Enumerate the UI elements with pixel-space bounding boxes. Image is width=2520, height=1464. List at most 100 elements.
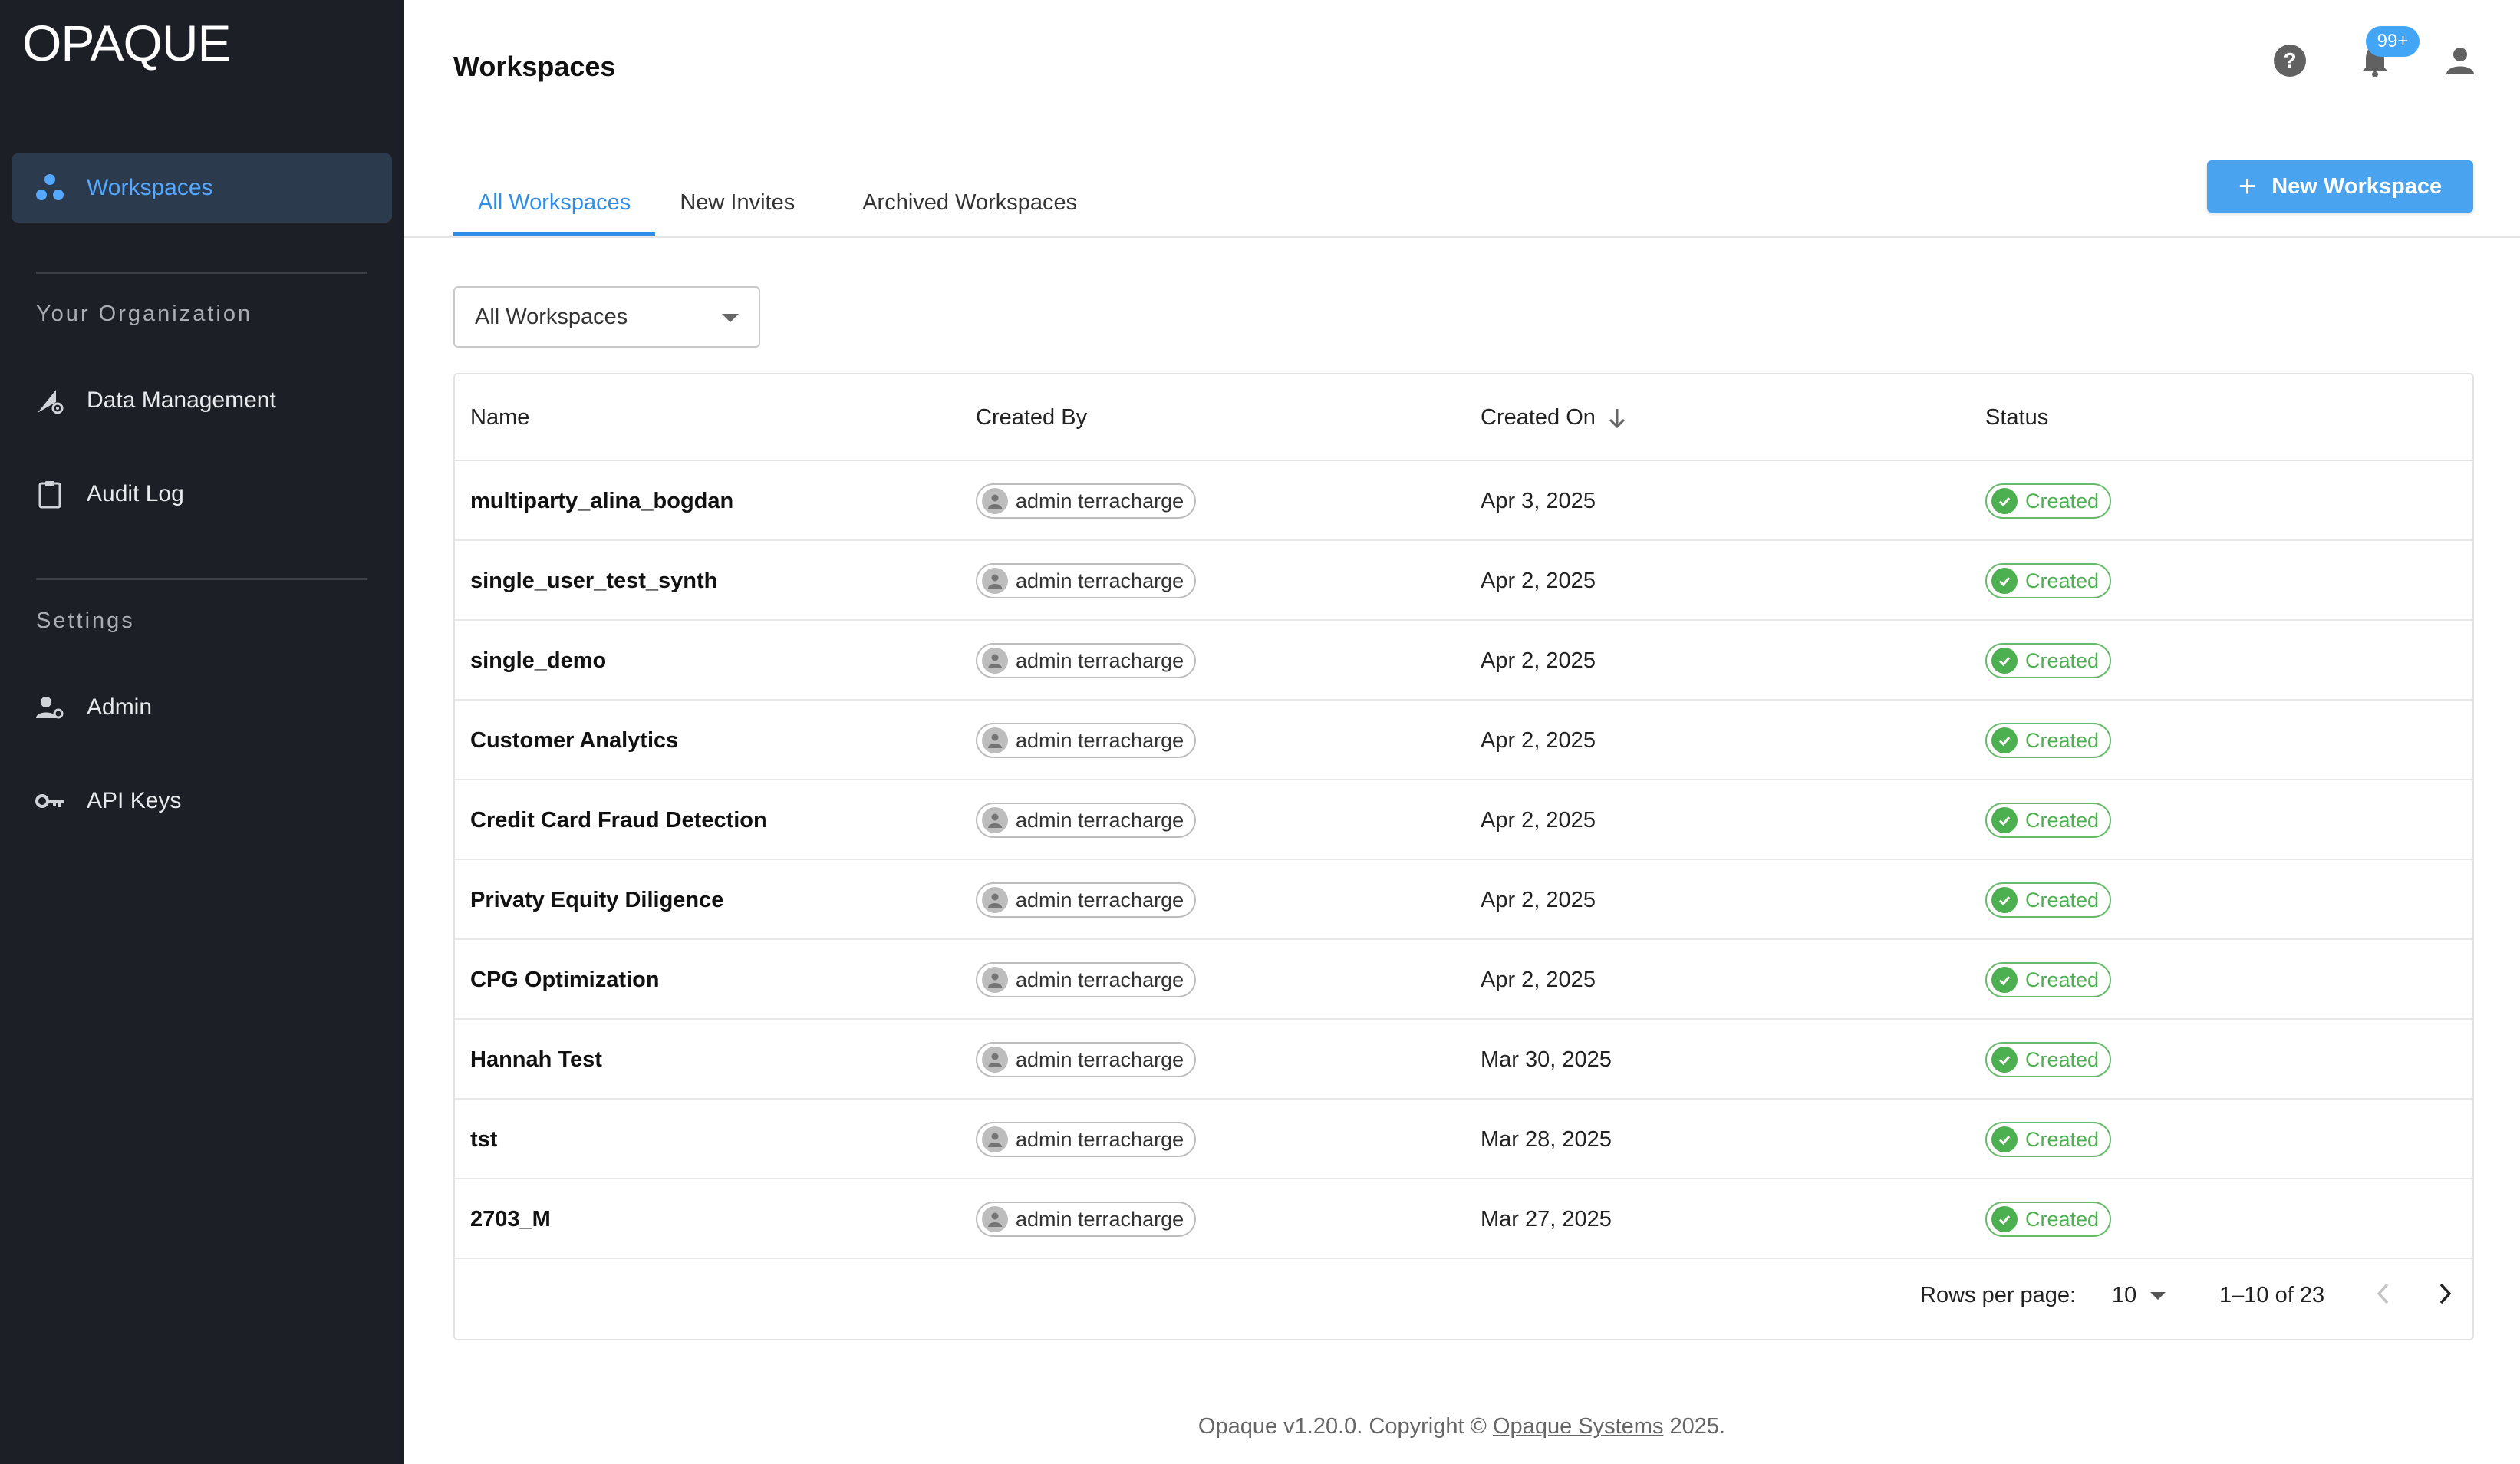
workspace-filter-select[interactable]: All Workspaces	[453, 286, 760, 348]
table-row[interactable]: CPG Optimization admin terracharge Apr 2, …	[455, 940, 2472, 1020]
table-row[interactable]: Credit Card Fraud Detection admin terrach…	[455, 780, 2472, 860]
tab-all-workspaces[interactable]: All Workspaces	[453, 169, 656, 236]
status-cell: Created	[1985, 1100, 2112, 1179]
user-name: admin terracharge	[1016, 569, 1184, 592]
user-name: admin terracharge	[1016, 808, 1184, 832]
sidebar-item-label: API Keys	[87, 788, 182, 813]
workspace-name[interactable]: single_user_test_synth	[470, 541, 717, 621]
sidebar-divider	[36, 578, 367, 580]
workspace-name[interactable]: tst	[470, 1100, 497, 1179]
new-workspace-button[interactable]: + New Workspace	[2207, 160, 2473, 213]
footer: Opaque v1.20.0. Copyright © Opaque Syste…	[404, 1414, 2520, 1439]
created-on-cell: Apr 3, 2025	[1481, 488, 1596, 513]
chevron-down-icon	[722, 314, 739, 322]
user-chip: admin terracharge	[976, 1202, 1197, 1237]
created-by-cell: admin terracharge	[976, 1179, 1197, 1259]
sidebar-item-admin[interactable]: Admin	[12, 673, 392, 742]
avatar-icon	[982, 967, 1008, 993]
avatar-icon	[982, 488, 1008, 514]
tab-archived-workspaces[interactable]: Archived Workspaces	[819, 169, 1102, 236]
status-label: Created	[2025, 569, 2100, 592]
status-cell: Created	[1985, 780, 2112, 860]
next-page-button[interactable]	[2433, 1280, 2456, 1307]
footer-year: 2025.	[1669, 1414, 1726, 1439]
sidebar-item-workspaces[interactable]: Workspaces	[12, 153, 392, 223]
sort-arrow-down-icon	[1609, 408, 1625, 428]
sidebar-item-api-keys[interactable]: API Keys	[12, 767, 392, 836]
user-chip: admin terracharge	[976, 1122, 1197, 1157]
column-header-status[interactable]: Status	[1985, 405, 2048, 430]
section-label-settings: Settings	[36, 608, 135, 633]
workspace-name[interactable]: Customer Analytics	[470, 701, 678, 780]
column-header-name[interactable]: Name	[470, 405, 529, 430]
data-management-icon	[33, 384, 67, 417]
table-row[interactable]: Customer Analytics admin terracharge Apr 2…	[455, 701, 2472, 780]
status-label: Created	[2025, 808, 2100, 832]
chevron-right-icon	[2439, 1283, 2452, 1304]
avatar-icon	[982, 807, 1008, 833]
created-on-cell: Mar 30, 2025	[1481, 1047, 1612, 1072]
check-circle-icon	[1991, 568, 2018, 594]
status-label: Created	[2025, 648, 2100, 672]
created-by-cell: admin terracharge	[976, 1100, 1197, 1179]
avatar-icon	[982, 1047, 1008, 1073]
help-icon[interactable]: ?	[2269, 40, 2311, 81]
table-row[interactable]: Privaty Equity Diligence admin terracharg…	[455, 860, 2472, 940]
sidebar-item-label: Audit Log	[87, 481, 184, 506]
opaque-logo[interactable]: OPAQUE	[22, 14, 232, 72]
workspace-name[interactable]: Credit Card Fraud Detection	[470, 780, 767, 860]
key-icon	[33, 784, 67, 818]
workspace-name[interactable]: single_demo	[470, 621, 606, 701]
table-row[interactable]: 2703_M admin terracharge Mar 27, 2025 Creat…	[455, 1179, 2472, 1259]
status-badge: Created	[1985, 1042, 2112, 1077]
status-label: Created	[2025, 1047, 2100, 1071]
status-badge: Created	[1985, 643, 2112, 678]
sidebar-divider	[36, 272, 367, 274]
previous-page-button[interactable]	[2373, 1280, 2396, 1307]
workspace-name[interactable]: CPG Optimization	[470, 940, 660, 1020]
tab-new-invites[interactable]: New Invites	[655, 169, 819, 236]
user-chip: admin terracharge	[976, 563, 1197, 598]
avatar-icon	[982, 1126, 1008, 1152]
user-name: admin terracharge	[1016, 1047, 1184, 1071]
created-on-cell: Apr 2, 2025	[1481, 887, 1596, 912]
workspace-name[interactable]: multiparty_alina_bogdan	[470, 461, 733, 541]
status-badge: Created	[1985, 803, 2112, 838]
table-row[interactable]: single_user_test_synth admin terracharge A…	[455, 541, 2472, 621]
avatar-icon	[982, 1206, 1008, 1232]
check-circle-icon	[1991, 807, 2018, 833]
table-row[interactable]: multiparty_alina_bogdan admin terracharge…	[455, 461, 2472, 541]
user-name: admin terracharge	[1016, 489, 1184, 513]
created-by-cell: admin terracharge	[976, 940, 1197, 1020]
section-label-organization: Your Organization	[36, 302, 253, 326]
workspace-name[interactable]: Privaty Equity Diligence	[470, 860, 723, 940]
table-row[interactable]: single_demo admin terracharge Apr 2, 2025 C…	[455, 621, 2472, 701]
table-row[interactable]: Hannah Test admin terracharge Mar 30, 2025…	[455, 1020, 2472, 1100]
created-by-cell: admin terracharge	[976, 621, 1197, 701]
created-by-cell: admin terracharge	[976, 860, 1197, 940]
status-badge: Created	[1985, 483, 2112, 519]
workspace-name[interactable]: 2703_M	[470, 1179, 551, 1259]
sidebar: OPAQUE Workspaces Your Organization Data…	[0, 0, 404, 1464]
page-title: Workspaces	[453, 51, 616, 82]
rows-per-page-select[interactable]: 10	[2112, 1283, 2166, 1308]
table-row[interactable]: tst admin terracharge Mar 28, 2025 Created	[455, 1100, 2472, 1179]
workspace-tabs: All Workspaces New Invites Archived Work…	[453, 169, 1102, 236]
sidebar-item-audit-log[interactable]: Audit Log	[12, 460, 392, 529]
column-header-created-on[interactable]: Created On	[1481, 405, 1628, 430]
status-badge: Created	[1985, 723, 2112, 758]
status-cell: Created	[1985, 461, 2112, 541]
check-circle-icon	[1991, 967, 2018, 993]
column-header-created-by[interactable]: Created By	[976, 405, 1087, 430]
status-badge: Created	[1985, 882, 2112, 918]
admin-icon	[33, 691, 67, 724]
check-circle-icon	[1991, 648, 2018, 674]
account-icon[interactable]	[2439, 40, 2481, 81]
pagination: Rows per page: 10 1–10 of 23	[455, 1254, 2472, 1340]
workspace-name[interactable]: Hannah Test	[470, 1020, 602, 1100]
sidebar-item-data-management[interactable]: Data Management	[12, 366, 392, 435]
status-cell: Created	[1985, 541, 2112, 621]
footer-link-opaque-systems[interactable]: Opaque Systems	[1493, 1414, 1663, 1439]
status-badge: Created	[1985, 1122, 2112, 1157]
check-circle-icon	[1991, 887, 2018, 913]
